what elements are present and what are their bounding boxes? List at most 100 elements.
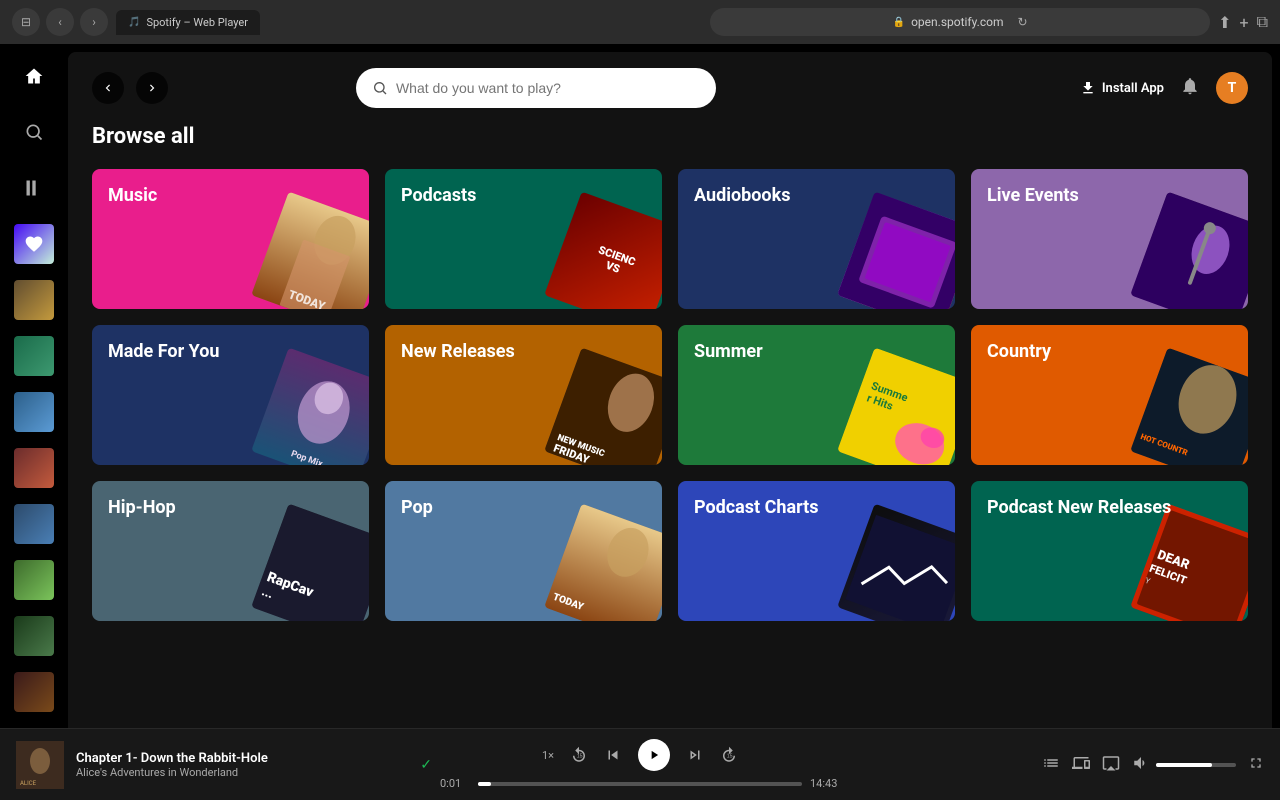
player-track-artist: Alice's Adventures in Wonderland [76, 766, 408, 779]
search-bar[interactable] [356, 68, 716, 108]
progress-bar[interactable] [478, 782, 802, 786]
install-app-button[interactable]: Install App [1080, 80, 1164, 96]
player-buttons: 1× 15 15 [542, 739, 738, 771]
sidebar-thumb-7[interactable] [14, 616, 54, 656]
category-music-artwork: TODAY [251, 192, 369, 309]
svg-text:ALICE: ALICE [20, 780, 37, 787]
sidebar-liked-songs[interactable] [14, 224, 54, 264]
forward-button[interactable]: › [80, 8, 108, 36]
sidebar-thumb-3[interactable] [14, 392, 54, 432]
url-text: open.spotify.com [911, 15, 1003, 29]
category-audiobooks[interactable]: Audiobooks [678, 169, 955, 309]
player-track-text: Chapter 1- Down the Rabbit-Hole Alice's … [76, 751, 408, 779]
category-pop[interactable]: Pop TODAY [385, 481, 662, 621]
player-verified-icon: ✓ [420, 757, 432, 773]
category-hip-hop-label: Hip-Hop [108, 497, 176, 519]
category-podcasts-artwork: SCIENCVS [544, 192, 662, 309]
category-hip-hop[interactable]: Hip-Hop RapCav ... [92, 481, 369, 621]
playback-speed[interactable]: 1× [542, 749, 554, 762]
skip-back-button[interactable] [604, 746, 622, 764]
category-summer-label: Summer [694, 341, 763, 363]
nav-back[interactable] [92, 72, 124, 104]
back-button[interactable]: ‹ [46, 8, 74, 36]
download-icon [1080, 80, 1096, 96]
skip-forward-button[interactable] [686, 746, 704, 764]
category-new-releases[interactable]: New Releases NEW MUSIC FRIDAY [385, 325, 662, 465]
top-nav: Install App T [68, 52, 1272, 124]
tabs-icon[interactable]: ⧉ [1257, 12, 1268, 32]
install-label: Install App [1102, 81, 1164, 96]
sidebar-toggle[interactable]: ⊟ [12, 8, 40, 36]
new-tab-icon[interactable]: + [1239, 13, 1248, 32]
play-pause-button[interactable] [638, 739, 670, 771]
category-audiobooks-artwork [837, 192, 955, 309]
category-podcast-new-releases-label: Podcast New Releases [987, 497, 1171, 519]
category-music[interactable]: Music TODAY [92, 169, 369, 309]
category-made-for-you[interactable]: Made For You Pop Mix [92, 325, 369, 465]
category-pop-artwork: TODAY [544, 504, 662, 621]
sidebar-thumb-2[interactable] [14, 336, 54, 376]
main-content: Install App T Browse all Music [68, 52, 1272, 792]
category-country-artwork: HOT COUNTR [1130, 348, 1248, 465]
volume-fill [1156, 763, 1212, 767]
category-podcast-charts[interactable]: Podcast Charts [678, 481, 955, 621]
airplay-button[interactable] [1102, 754, 1120, 776]
progress-bar-fill [478, 782, 491, 786]
devices-button[interactable] [1072, 754, 1090, 776]
search-icon [372, 80, 388, 96]
category-made-for-you-label: Made For You [108, 341, 219, 363]
queue-button[interactable] [1042, 754, 1060, 776]
player-track-name: Chapter 1- Down the Rabbit-Hole [76, 751, 408, 766]
category-live-events-label: Live Events [987, 185, 1079, 207]
sidebar-home[interactable] [14, 56, 54, 96]
category-podcast-new-releases-artwork: DEAR FELICIT Y [1130, 504, 1248, 621]
nav-right: Install App T [1080, 72, 1248, 104]
user-avatar[interactable]: T [1216, 72, 1248, 104]
sidebar-thumb-8[interactable] [14, 672, 54, 712]
sidebar-thumb-4[interactable] [14, 448, 54, 488]
volume-control[interactable] [1132, 754, 1236, 776]
nav-forward[interactable] [136, 72, 168, 104]
sidebar [0, 44, 68, 800]
category-live-events-artwork [1130, 192, 1248, 309]
forward-button[interactable]: 15 [720, 746, 738, 764]
browser-tab[interactable]: 🎵 Spotify – Web Player [116, 10, 260, 35]
sidebar-thumb-1[interactable] [14, 280, 54, 320]
svg-text:15: 15 [577, 753, 583, 759]
category-live-events[interactable]: Live Events [971, 169, 1248, 309]
sidebar-library[interactable] [14, 168, 54, 208]
category-grid: Music TODAY Podcasts [92, 169, 1248, 621]
browser-chrome: ⊟ ‹ › 🎵 Spotify – Web Player 🔒 open.spot… [0, 0, 1280, 44]
sidebar-thumb-6[interactable] [14, 560, 54, 600]
player-bar: ALICE Chapter 1- Down the Rabbit-Hole Al… [0, 728, 1280, 800]
category-podcast-new-releases[interactable]: Podcast New Releases DEAR FELICIT Y [971, 481, 1248, 621]
address-bar[interactable]: 🔒 open.spotify.com ↻ [710, 8, 1210, 36]
category-summer-artwork: Summe r Hits [837, 348, 955, 465]
category-music-label: Music [108, 185, 157, 207]
category-podcasts[interactable]: Podcasts SCIENCVS [385, 169, 662, 309]
category-made-for-you-artwork: Pop Mix [251, 348, 369, 465]
rewind-button[interactable]: 15 [570, 746, 588, 764]
player-time-current: 0:01 [440, 777, 470, 790]
category-new-releases-label: New Releases [401, 341, 515, 363]
category-new-releases-artwork: NEW MUSIC FRIDAY [544, 348, 662, 465]
svg-text:15: 15 [727, 753, 733, 759]
category-podcasts-label: Podcasts [401, 185, 476, 207]
volume-track[interactable] [1156, 763, 1236, 767]
category-podcast-charts-artwork [837, 504, 955, 621]
category-summer[interactable]: Summer Summe r Hits [678, 325, 955, 465]
player-time-total: 14:43 [810, 777, 840, 790]
player-album-art: ALICE [16, 741, 64, 789]
sidebar-thumb-5[interactable] [14, 504, 54, 544]
category-country[interactable]: Country HOT COUNTR [971, 325, 1248, 465]
share-icon[interactable]: ⬆ [1218, 13, 1231, 32]
category-audiobooks-label: Audiobooks [694, 185, 790, 207]
browse-title: Browse all [92, 124, 1248, 149]
search-input[interactable] [396, 80, 700, 96]
notifications-button[interactable] [1180, 76, 1200, 101]
sidebar-search[interactable] [14, 112, 54, 152]
category-podcast-charts-label: Podcast Charts [694, 497, 818, 519]
fullscreen-button[interactable] [1248, 755, 1264, 775]
refresh-icon[interactable]: ↻ [1017, 15, 1027, 29]
player-right-controls [848, 754, 1264, 776]
